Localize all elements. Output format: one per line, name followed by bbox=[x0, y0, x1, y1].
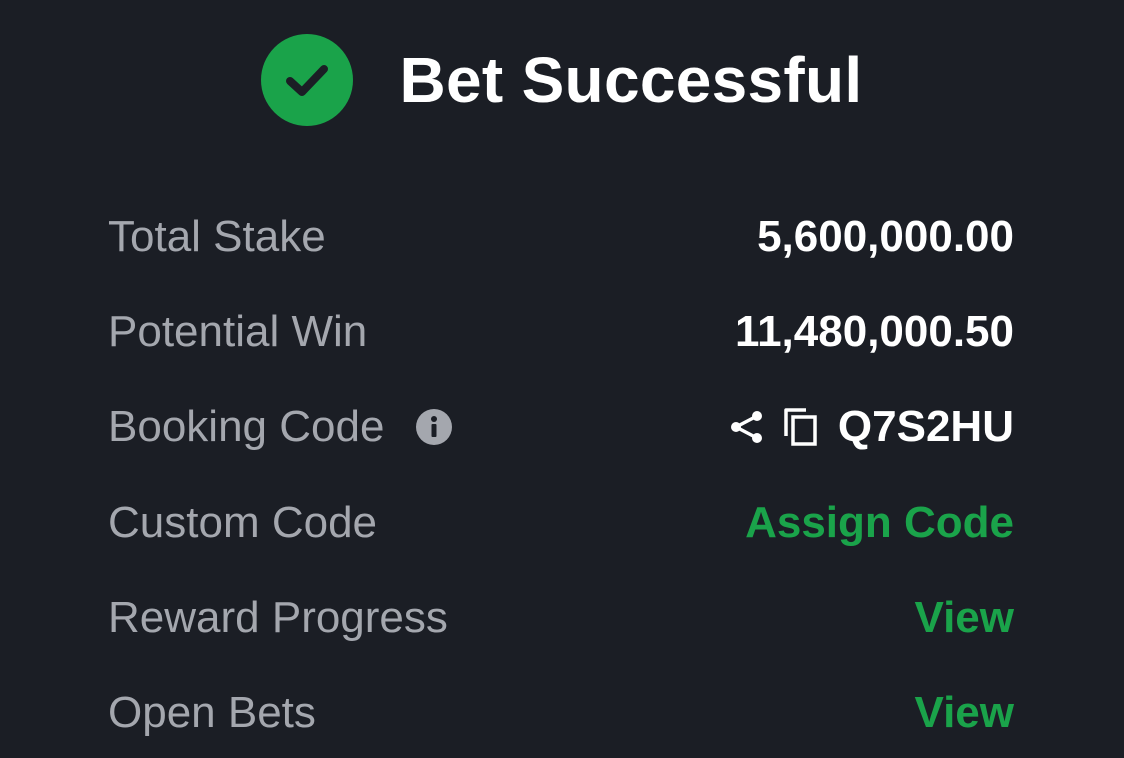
total-stake-row: Total Stake 5,600,000.00 bbox=[108, 207, 1014, 267]
potential-win-value: 11,480,000.50 bbox=[735, 307, 1014, 356]
booking-code-label: Booking Code bbox=[108, 402, 385, 451]
total-stake-label: Total Stake bbox=[108, 212, 326, 261]
header: Bet Successful bbox=[0, 30, 1124, 130]
booking-code-label-group: Booking Code bbox=[108, 402, 453, 452]
booking-code-value-group: Q7S2HU bbox=[728, 402, 1014, 452]
potential-win-row: Potential Win 11,480,000.50 bbox=[108, 302, 1014, 362]
custom-code-row: Custom Code Assign Code bbox=[108, 493, 1014, 553]
booking-code-value[interactable]: Q7S2HU bbox=[838, 402, 1014, 452]
total-stake-value: 5,600,000.00 bbox=[757, 212, 1014, 261]
custom-code-label: Custom Code bbox=[108, 498, 378, 547]
reward-progress-label: Reward Progress bbox=[108, 593, 448, 642]
assign-code-link[interactable]: Assign Code bbox=[745, 498, 1014, 548]
share-icon[interactable] bbox=[728, 408, 766, 446]
reward-progress-view-link[interactable]: View bbox=[915, 593, 1014, 643]
check-circle-icon bbox=[261, 34, 354, 126]
reward-progress-row: Reward Progress View bbox=[108, 588, 1014, 648]
open-bets-view-link[interactable]: View bbox=[915, 688, 1014, 738]
open-bets-row: Open Bets View bbox=[108, 683, 1014, 743]
potential-win-label: Potential Win bbox=[108, 307, 368, 356]
copy-icon[interactable] bbox=[782, 406, 820, 448]
booking-code-row: Booking Code Q7S2HU bbox=[108, 397, 1014, 457]
bet-success-panel: Bet Successful Total Stake 5,600,000.00 … bbox=[0, 0, 1124, 758]
page-title: Bet Successful bbox=[399, 44, 863, 116]
open-bets-label: Open Bets bbox=[108, 688, 316, 737]
info-icon[interactable] bbox=[416, 409, 453, 445]
